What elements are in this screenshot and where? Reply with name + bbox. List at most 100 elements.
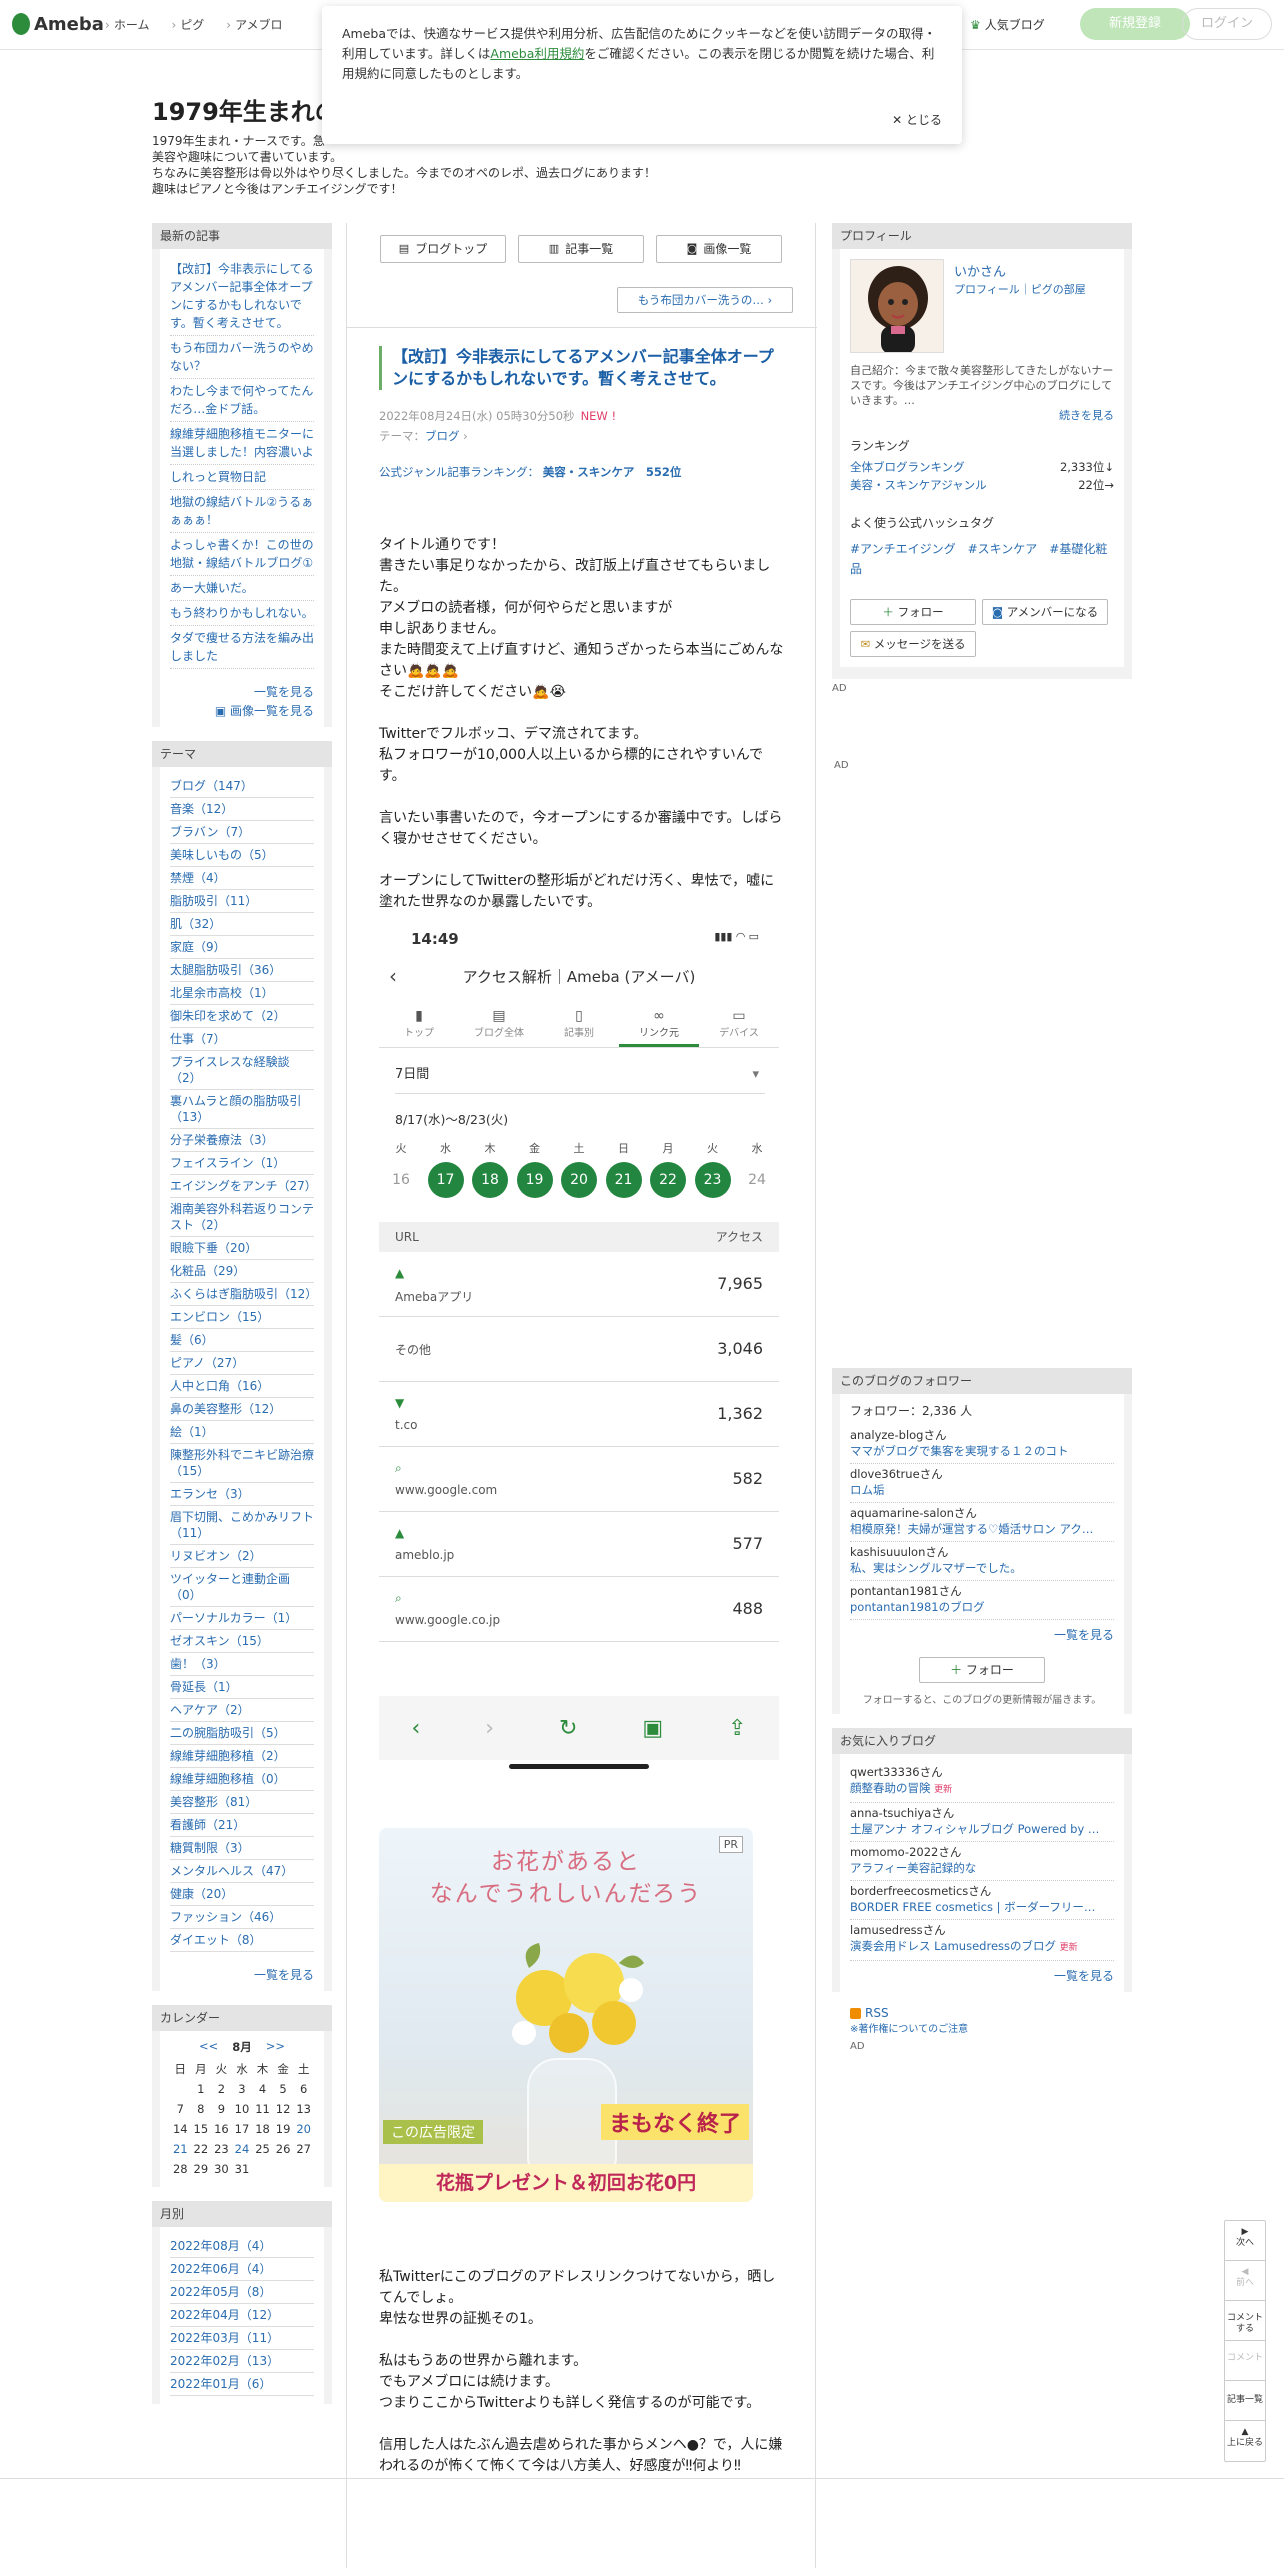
theme-link[interactable]: 美容整形（81） xyxy=(170,1791,314,1814)
calendar-next[interactable]: >> xyxy=(266,2039,285,2055)
hashtag-links[interactable]: #アンチエイジング #スキンケア #基礎化粧品 xyxy=(850,539,1114,579)
article-list-button[interactable]: 記事一覧 xyxy=(1225,2381,1265,2421)
follow-button-2[interactable]: ＋ フォロー xyxy=(919,1657,1045,1683)
profile-name[interactable]: いかさん xyxy=(954,261,1006,280)
table-row[interactable]: ▲ Amebaアプリ 7,965 xyxy=(379,1252,779,1317)
themes-more-link[interactable]: 一覧を見る xyxy=(170,1960,314,1983)
day-cell[interactable]: 日 21 xyxy=(604,1140,644,1198)
analytics-tab[interactable]: ▮ トップ xyxy=(379,1004,459,1047)
theme-link[interactable]: 禁煙（4） xyxy=(170,867,314,890)
theme-link[interactable]: 糖質制限（3） xyxy=(170,1837,314,1860)
day-cell[interactable]: 月 22 xyxy=(648,1140,688,1198)
day-cell[interactable]: 土 20 xyxy=(559,1140,599,1198)
theme-link[interactable]: ゼオスキン（15） xyxy=(170,1630,314,1653)
theme-link[interactable]: 眼瞼下垂（20） xyxy=(170,1237,314,1260)
next-button[interactable]: ▶ 次へ xyxy=(1225,2221,1265,2261)
cookie-close-button[interactable]: ✕ とじる xyxy=(892,110,942,130)
theme-link[interactable]: 化粧品（29） xyxy=(170,1260,314,1283)
table-row[interactable]: ⌕ www.google.co.jp 488 xyxy=(379,1577,779,1642)
favorite-blog-link[interactable]: アラフィー美容記録的な xyxy=(850,1860,1114,1876)
day-cell[interactable]: 木 18 xyxy=(470,1140,510,1198)
recent-article-link[interactable]: タダで痩せる方法を編み出しました xyxy=(170,626,314,669)
follower-blog-link[interactable]: ママがブログで集客を実現する１２のコト xyxy=(850,1443,1114,1459)
signup-button[interactable]: 新規登録 xyxy=(1080,8,1190,40)
tab-article-list[interactable]: ▥ 記事一覧 xyxy=(518,235,644,263)
recent-article-link[interactable]: あー大嫌いだ。 xyxy=(170,576,314,601)
follower-blog-link[interactable]: 私、実はシングルマザーでした。 xyxy=(850,1560,1114,1576)
recent-more-link[interactable]: 一覧を見る xyxy=(170,677,314,700)
genre-ranking-link[interactable]: 美容・スキンケアジャンル xyxy=(850,476,987,494)
favorite-blog-link[interactable]: 土屋アンナ オフィシャルブログ Powered by … xyxy=(850,1821,1114,1837)
theme-link[interactable]: 湘南美容外科若返りコンテスト（2） xyxy=(170,1198,314,1237)
amember-button[interactable]: ◙ アメンバーになる xyxy=(982,599,1108,625)
followers-more-link[interactable]: 一覧を見る xyxy=(850,1620,1114,1643)
intro-more-link[interactable]: 続きを見る xyxy=(850,408,1114,423)
calendar-day[interactable]: 21 xyxy=(170,2139,191,2159)
theme-link[interactable]: 肌（32） xyxy=(170,913,314,936)
theme-link[interactable]: 人中と口角（16） xyxy=(170,1375,314,1398)
favorite-blog-link[interactable]: BORDER FREE cosmetics | ボーダーフリー… xyxy=(850,1899,1114,1915)
theme-link[interactable]: エンビロン（15） xyxy=(170,1306,314,1329)
theme-link[interactable]: 歯！（3） xyxy=(170,1653,314,1676)
theme-link[interactable]: 美味しいもの（5） xyxy=(170,844,314,867)
article-ranking[interactable]: 公式ジャンル記事ランキング： 美容・スキンケア 552位 xyxy=(379,464,681,480)
theme-link[interactable]: ツイッターと連動企画（0） xyxy=(170,1568,314,1607)
theme-link[interactable]: ダイエット（8） xyxy=(170,1929,314,1952)
theme-link[interactable]: 看護師（21） xyxy=(170,1814,314,1837)
theme-link[interactable]: 線維芽細胞移植（0） xyxy=(170,1768,314,1791)
overall-ranking-link[interactable]: 全体ブログランキング xyxy=(850,458,965,476)
theme-link[interactable]: パーソナルカラー（1） xyxy=(170,1607,314,1630)
tab-blog-top[interactable]: ▤ ブログトップ xyxy=(380,235,506,263)
theme-link[interactable]: 分子栄養療法（3） xyxy=(170,1129,314,1152)
follower-blog-link[interactable]: ロム垢 xyxy=(850,1482,1114,1498)
theme-link[interactable]: 脂肪吸引（11） xyxy=(170,890,314,913)
nav-ameblo[interactable]: アメブロ xyxy=(226,16,282,33)
theme-link[interactable]: 北星余市高校（1） xyxy=(170,982,314,1005)
analytics-tab[interactable]: ∞ リンク元 xyxy=(619,1004,699,1047)
next-article-link[interactable]: もう布団カバー洗うの… › xyxy=(617,287,793,313)
nav-home[interactable]: ホーム xyxy=(105,16,150,33)
prev-button[interactable]: ◀ 前へ xyxy=(1225,2261,1265,2301)
popular-blogs-link[interactable]: ♛ 人気ブログ xyxy=(970,16,1045,33)
theme-link[interactable]: エイジングをアンチ（27） xyxy=(170,1175,317,1198)
theme-link[interactable]: 音楽（12） xyxy=(170,798,314,821)
recent-article-link[interactable]: よっしゃ書くか！この世の地獄・線結バトルブログ① xyxy=(170,533,314,576)
terms-link[interactable]: Ameba利用規約 xyxy=(490,46,584,61)
copyright-link[interactable]: ※著作権についてのご注意 xyxy=(850,2020,1114,2035)
flower-ad[interactable]: お花があると なんでうれしいんだろう PR この広告限定 まもなく終了 花瓶プレ… xyxy=(379,1828,753,2202)
day-cell[interactable]: 金 19 xyxy=(515,1140,555,1198)
theme-link[interactable]: 太腿脂肪吸引（36） xyxy=(170,959,314,982)
theme-link[interactable]: 健康（20） xyxy=(170,1883,314,1906)
table-row[interactable]: その他 3,046 xyxy=(379,1317,779,1382)
analytics-tab[interactable]: ▤ ブログ全体 xyxy=(459,1004,539,1047)
article-title[interactable]: 【改訂】今非表示にしてるアメンバー記事全体オープンにするかもしれないです。暫く考… xyxy=(379,346,787,390)
recent-article-link[interactable]: 地獄の線結バトル②うるぁぁぁぁ！ xyxy=(170,490,314,533)
table-row[interactable]: ⌕ www.google.com 582 xyxy=(379,1447,779,1512)
theme-link[interactable]: エランセ（3） xyxy=(170,1483,314,1506)
day-cell[interactable]: 火 16 xyxy=(381,1140,421,1198)
recent-article-link[interactable]: 【改訂】今非表示にしてるアメンバー記事全体オープンにするかもしれないです。暫く考… xyxy=(170,257,314,336)
theme-link[interactable]: 眉下切開、こめかみリフト（11） xyxy=(170,1506,314,1545)
theme-link[interactable]: リヌビオン（2） xyxy=(170,1545,314,1568)
theme-link[interactable]: 絵（1） xyxy=(170,1421,314,1444)
theme-link[interactable]: 御朱印を求めて（2） xyxy=(170,1005,314,1028)
theme-link[interactable]: 裏ハムラと顔の脂肪吸引（13） xyxy=(170,1090,314,1129)
theme-link[interactable]: ブラバン（7） xyxy=(170,821,314,844)
theme-link[interactable]: ブログ（147） xyxy=(170,775,314,798)
avatar[interactable] xyxy=(850,259,944,353)
table-row[interactable]: ▲ ameblo.jp 577 xyxy=(379,1512,779,1577)
analytics-tab[interactable]: ▯ 記事別 xyxy=(539,1004,619,1047)
month-link[interactable]: 2022年01月（6） xyxy=(170,2373,314,2396)
favorite-blog-link[interactable]: 演奏会用ドレス Lamusedressのブログ 更新 xyxy=(850,1938,1114,1956)
comments-button[interactable]: コメント xyxy=(1225,2341,1265,2381)
favorites-more-link[interactable]: 一覧を見る xyxy=(850,1961,1114,1984)
recent-article-link[interactable]: しれっと買物日記 xyxy=(170,465,314,490)
follower-blog-link[interactable]: 相模原発！夫婦が運営する♡婚活サロン アク… xyxy=(850,1521,1114,1537)
theme-link[interactable]: ピアノ（27） xyxy=(170,1352,314,1375)
favorite-blog-link[interactable]: 顔整春助の冒険 更新 xyxy=(850,1780,1114,1798)
table-row[interactable]: ▼ t.co 1,362 xyxy=(379,1382,779,1447)
theme-link[interactable]: ふくらはぎ脂肪吸引（12） xyxy=(170,1283,317,1306)
day-cell[interactable]: 火 23 xyxy=(693,1140,733,1198)
theme-link[interactable]: フェイスライン（1） xyxy=(170,1152,314,1175)
ameba-logo[interactable]: Ameba xyxy=(12,13,104,35)
